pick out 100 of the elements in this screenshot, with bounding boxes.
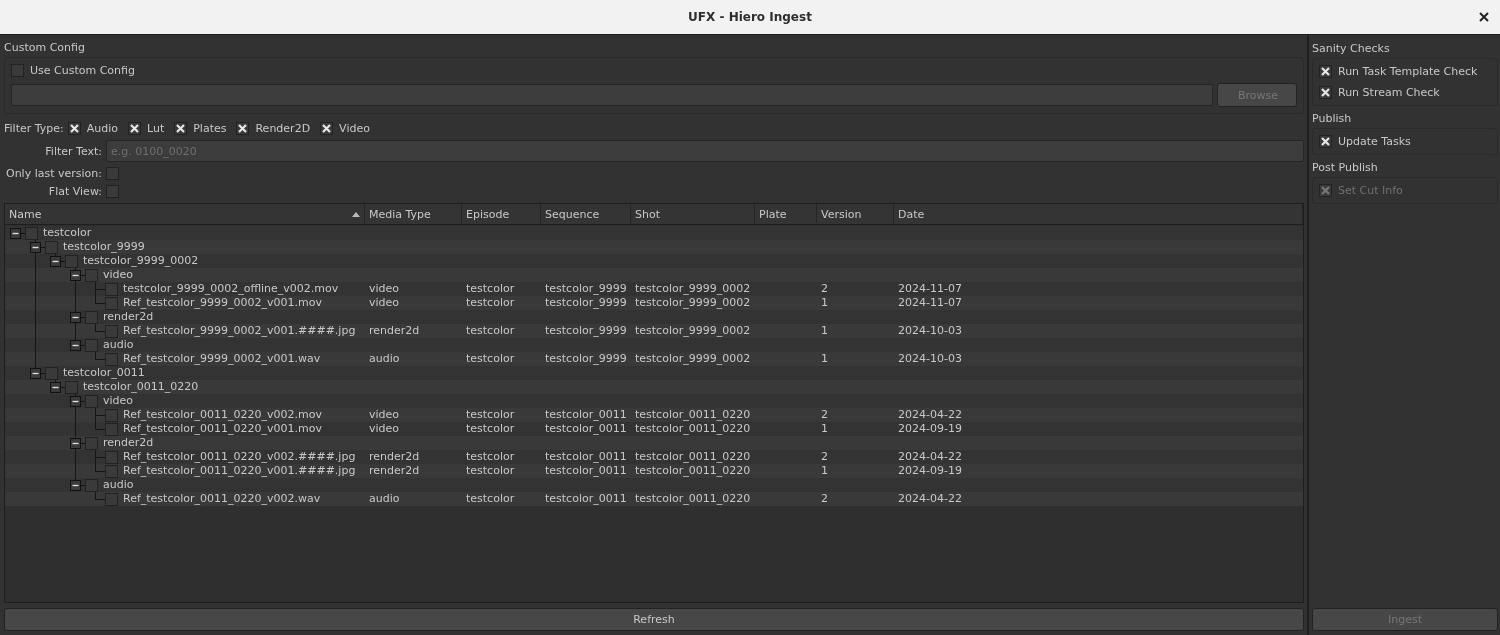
collapse-icon[interactable]: [50, 256, 61, 267]
table-cell-text: testcolor: [465, 282, 515, 295]
item-name: Ref_testcolor_9999_0002_v001.mov: [122, 296, 322, 310]
collapse-icon[interactable]: [30, 242, 41, 253]
tree-row[interactable]: testcolor_9999_0002_offline_v002.mov video testcolor testcolor_9999 testcolor_9999_0002 2 2024-11-07: [5, 282, 1303, 296]
checkbox[interactable]: [85, 338, 98, 352]
checkbox[interactable]: [105, 352, 118, 366]
tree-row[interactable]: testcolor_0011: [5, 366, 1303, 380]
collapse-icon[interactable]: [70, 340, 81, 351]
tree-row[interactable]: Ref_testcolor_9999_0002_v001.wav audio testcolor testcolor_9999 testcolor_9999_0002 1 2024-10-03: [5, 352, 1303, 366]
table-cell-text: 2: [820, 450, 828, 463]
collapse-icon[interactable]: [70, 438, 81, 449]
tree-row[interactable]: Ref_testcolor_0011_0220_v002.wav audio testcolor testcolor_0011 testcolor_0011_0220 2 2024-04-22: [5, 492, 1303, 506]
tree-row[interactable]: testcolor_9999: [5, 240, 1303, 254]
tree-row[interactable]: video: [5, 268, 1303, 282]
tree-row[interactable]: Ref_testcolor_0011_0220_v001.####.jpg render2d testcolor testcolor_0011 testcolor_0011_0220 1 2024-09-19: [5, 464, 1303, 478]
table-cell-text: 2024-04-22: [897, 492, 962, 505]
checkbox-label: Use Custom Config: [30, 64, 135, 77]
table-cell-text: testcolor: [465, 296, 515, 309]
checkbox[interactable]: [105, 464, 118, 478]
checkbox[interactable]: [105, 492, 118, 506]
tree-row[interactable]: testcolor: [5, 226, 1303, 240]
checkbox[interactable]: [105, 422, 118, 436]
tree-row[interactable]: video: [5, 394, 1303, 408]
checkbox[interactable]: [25, 226, 38, 240]
checkbox[interactable]: [1319, 65, 1332, 78]
tree-row[interactable]: Ref_testcolor_0011_0220_v002.####.jpg render2d testcolor testcolor_0011 testcolor_0011_0220 2 2024-04-22: [5, 450, 1303, 464]
checkbox[interactable]: [65, 254, 78, 268]
table-cell-text: 2: [820, 492, 828, 505]
item-name: testcolor_9999_0002: [82, 254, 199, 268]
tree-row[interactable]: Ref_testcolor_0011_0220_v002.mov video testcolor testcolor_0011 testcolor_0011_0220 2 2024-04-22: [5, 408, 1303, 422]
table-cell-text: video: [368, 282, 400, 295]
collapse-icon[interactable]: [70, 270, 81, 281]
item-name: testcolor: [42, 226, 92, 240]
collapse-icon[interactable]: [10, 228, 21, 239]
checkbox[interactable]: [1319, 135, 1332, 148]
column-header[interactable]: Version: [817, 204, 894, 224]
table-cell-text: testcolor: [465, 324, 515, 337]
tree-row[interactable]: audio: [5, 338, 1303, 352]
check-mark-icon: [1321, 88, 1330, 97]
item-name: Ref_testcolor_0011_0220_v001.####.jpg: [122, 464, 356, 478]
collapse-icon[interactable]: [70, 480, 81, 491]
item-name: Ref_testcolor_9999_0002_v001.####.jpg: [122, 324, 356, 338]
column-header[interactable]: Date: [894, 204, 1303, 224]
collapse-icon[interactable]: [70, 396, 81, 407]
checkbox[interactable]: [105, 324, 118, 338]
table-cell-text: testcolor_9999_0002: [634, 324, 751, 337]
tree-row[interactable]: testcolor_0011_0220: [5, 380, 1303, 394]
tree-row[interactable]: Ref_testcolor_0011_0220_v001.mov video testcolor testcolor_0011 testcolor_0011_0220 1 2024-09-19: [5, 422, 1303, 436]
item-name: testcolor_9999_0002_offline_v002.mov: [122, 282, 339, 296]
checkbox[interactable]: [105, 450, 118, 464]
checkbox[interactable]: [85, 436, 98, 450]
collapse-icon[interactable]: [50, 382, 61, 393]
checkbox[interactable]: [106, 167, 119, 180]
table-cell-text: 1: [820, 422, 828, 435]
checkbox-label: Set Cut Info: [1338, 184, 1403, 197]
tree-row[interactable]: Ref_testcolor_9999_0002_v001.mov video testcolor testcolor_9999 testcolor_9999_0002 1 2024-11-07: [5, 296, 1303, 310]
column-header[interactable]: Shot: [631, 204, 755, 224]
checkbox[interactable]: [45, 240, 58, 254]
checkbox[interactable]: [1319, 86, 1332, 99]
checkbox[interactable]: [67, 122, 81, 135]
checkbox[interactable]: [105, 282, 118, 296]
column-header[interactable]: Sequence: [541, 204, 631, 224]
checkbox[interactable]: [85, 478, 98, 492]
tree-row[interactable]: render2d: [5, 310, 1303, 324]
table-cell-text: video: [368, 408, 400, 421]
checkbox[interactable]: [85, 268, 98, 282]
tree-row[interactable]: render2d: [5, 436, 1303, 450]
checkbox[interactable]: [85, 394, 98, 408]
check-mark-icon: [322, 124, 332, 133]
table-cell-text: testcolor: [465, 352, 515, 365]
checkbox[interactable]: [85, 310, 98, 324]
checkbox[interactable]: [236, 122, 250, 135]
checkbox[interactable]: [45, 366, 58, 380]
table-cell-text: testcolor_0011_0220: [634, 450, 751, 463]
column-header[interactable]: Episode: [462, 204, 541, 224]
table-cell-text: testcolor_9999: [544, 352, 627, 365]
checkbox[interactable]: [105, 408, 118, 422]
tree-row[interactable]: Ref_testcolor_9999_0002_v001.####.jpg render2d testcolor testcolor_9999 testcolor_9999_0002 1 2024-10-03: [5, 324, 1303, 338]
checkbox[interactable]: [106, 185, 119, 198]
tree-row[interactable]: testcolor_9999_0002: [5, 254, 1303, 268]
item-name: Ref_testcolor_0011_0220_v002.mov: [122, 408, 322, 422]
item-name: Ref_testcolor_0011_0220_v002.####.jpg: [122, 450, 356, 464]
table-cell-text: testcolor_9999_0002: [634, 352, 751, 365]
checkbox[interactable]: [11, 64, 24, 77]
table-cell-text: 1: [820, 296, 828, 309]
checkbox[interactable]: [105, 296, 118, 310]
checkbox[interactable]: [320, 122, 334, 135]
collapse-icon[interactable]: [70, 312, 81, 323]
refresh-button[interactable]: Refresh: [4, 608, 1304, 631]
column-header[interactable]: Media Type: [365, 204, 462, 224]
collapse-icon[interactable]: [30, 368, 41, 379]
table-cell-text: testcolor_0011: [544, 492, 627, 505]
checkbox[interactable]: [174, 122, 188, 135]
checkbox[interactable]: [65, 380, 78, 394]
tree-row[interactable]: audio: [5, 478, 1303, 492]
checkbox[interactable]: [128, 122, 141, 135]
column-header[interactable]: Name: [5, 204, 365, 224]
column-header[interactable]: Plate: [755, 204, 817, 224]
check-mark-icon: [1321, 67, 1330, 76]
